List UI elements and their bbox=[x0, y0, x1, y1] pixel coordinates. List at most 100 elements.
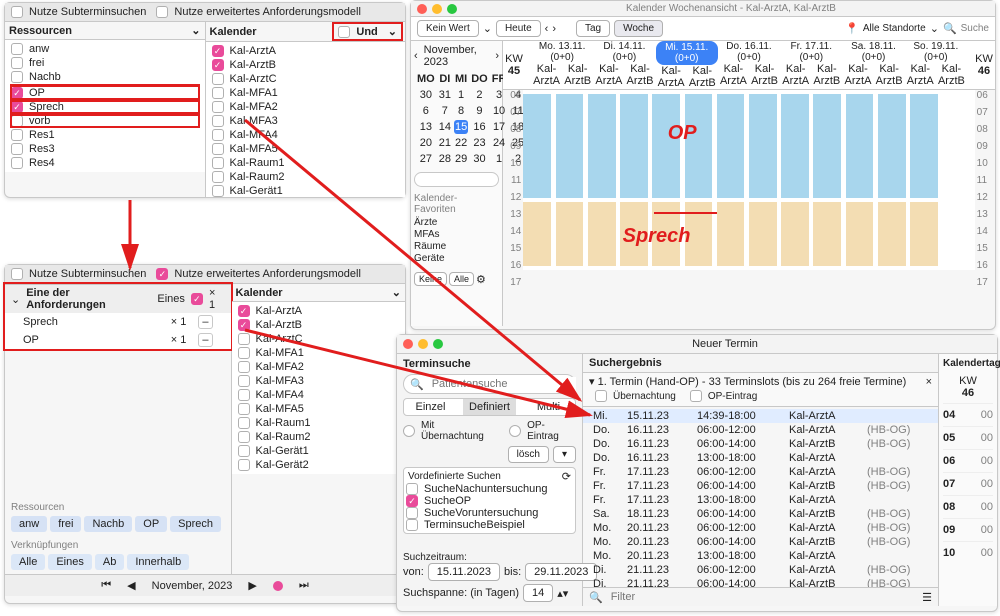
standorte-select[interactable]: Alle Standorte bbox=[863, 23, 926, 34]
cal-item-8[interactable]: Kal-Raum1 bbox=[212, 157, 400, 169]
cal-item-5[interactable]: Kal-MFA3 bbox=[212, 115, 400, 127]
woche-btn[interactable]: Woche bbox=[614, 20, 663, 37]
vordef-0[interactable]: SucheNachuntersuchung bbox=[406, 483, 573, 495]
search-tabs[interactable]: Einzel Definiert Multi bbox=[403, 398, 576, 416]
use-subtermin-cb[interactable]: Nutze Subterminsuchen bbox=[11, 6, 146, 18]
cal-item-1[interactable]: Kal-ArztB bbox=[212, 59, 400, 71]
nav-first-icon[interactable]: ⏮ bbox=[101, 579, 111, 592]
cal2-item-0[interactable]: Kal-ArztA bbox=[238, 305, 399, 317]
cal2-item-1[interactable]: Kal-ArztB bbox=[238, 319, 399, 331]
mini-search-input[interactable] bbox=[414, 172, 499, 187]
cal2-item-9[interactable]: Kal-Raum2 bbox=[238, 431, 399, 443]
und-toggle[interactable]: Und⌄ bbox=[334, 24, 401, 39]
map-pin-icon[interactable]: 📍 bbox=[845, 22, 859, 35]
cal-item-7[interactable]: Kal-MFA5 bbox=[212, 143, 400, 155]
cal2-item-11[interactable]: Kal-Gerät2 bbox=[238, 459, 399, 471]
chip-Nachb[interactable]: Nachb bbox=[84, 516, 132, 532]
cal-item-0[interactable]: Kal-ArztA bbox=[212, 45, 400, 57]
result-row[interactable]: Fr.17.11.2313:00-18:00Kal-ArztA bbox=[583, 493, 938, 507]
cal-item-4[interactable]: Kal-MFA2 bbox=[212, 101, 400, 113]
chevron-down-icon[interactable]: ⌄ bbox=[483, 22, 492, 35]
res-item-vorb[interactable]: vorb bbox=[11, 115, 199, 127]
close-icon[interactable]: × bbox=[926, 376, 932, 388]
anf-item[interactable]: Sprech× 1– bbox=[5, 313, 231, 331]
chip-Eines[interactable]: Eines bbox=[48, 554, 92, 570]
result-row[interactable]: Fr.17.11.2306:00-12:00Kal-ArztA(HB-OG) bbox=[583, 465, 938, 479]
cal-item-2[interactable]: Kal-ArztC bbox=[212, 73, 400, 85]
fav-item[interactable]: MFAs bbox=[414, 229, 499, 240]
hour-slot[interactable]: 1000 bbox=[943, 541, 993, 564]
vordef-2[interactable]: SucheVoruntersuchung bbox=[406, 507, 573, 519]
chip-frei[interactable]: frei bbox=[50, 516, 81, 532]
result-row[interactable]: Mo.20.11.2313:00-18:00Kal-ArztA bbox=[583, 549, 938, 563]
day-col-header[interactable]: Mi. 15.11. (0+0)Kal-ArztAKal-ArztB bbox=[656, 41, 718, 89]
heute-btn[interactable]: Heute bbox=[496, 20, 541, 37]
loesch-button[interactable]: lösch bbox=[508, 446, 549, 463]
nav-prev-icon[interactable]: ◀ bbox=[127, 579, 135, 592]
stepper-icon[interactable]: ▴▾ bbox=[557, 587, 568, 600]
day-col-header[interactable]: So. 19.11. (0+0)Kal-ArztAKal-ArztB bbox=[905, 41, 967, 89]
nav-next-icon[interactable]: ▶ bbox=[248, 579, 256, 592]
day-col-header[interactable]: Mo. 13.11. (0+0)Kal-ArztAKal-ArztB bbox=[531, 41, 593, 89]
day-col-header[interactable]: Sa. 18.11. (0+0)Kal-ArztAKal-ArztB bbox=[842, 41, 904, 89]
calendar-grid[interactable]: OPSprech bbox=[523, 90, 974, 270]
filter-icon[interactable]: ▾ bbox=[553, 446, 576, 463]
chevron-down-icon[interactable]: ⌄ bbox=[930, 22, 939, 35]
result-row[interactable]: Mi.15.11.2314:39-18:00Kal-ArztA bbox=[583, 409, 938, 423]
chip-OP[interactable]: OP bbox=[135, 516, 167, 532]
chevron-down-icon[interactable]: ⌄ bbox=[11, 293, 20, 306]
anf-item[interactable]: OP× 1– bbox=[5, 331, 231, 349]
cal2-item-4[interactable]: Kal-MFA2 bbox=[238, 361, 399, 373]
tag-btn[interactable]: Tag bbox=[576, 20, 610, 37]
day-col-header[interactable]: Di. 14.11. (0+0)Kal-ArztAKal-ArztB bbox=[593, 41, 655, 89]
result-row[interactable]: Do.16.11.2306:00-12:00Kal-ArztA(HB-OG) bbox=[583, 423, 938, 437]
use-subtermin-cb2[interactable]: Nutze Subterminsuchen bbox=[11, 268, 146, 280]
cal2-item-8[interactable]: Kal-Raum1 bbox=[238, 417, 399, 429]
patient-search-input[interactable] bbox=[430, 377, 576, 391]
cal-item-6[interactable]: Kal-MFA4 bbox=[212, 129, 400, 141]
hour-slot[interactable]: 0600 bbox=[943, 449, 993, 472]
chip-Innerhalb[interactable]: Innerhalb bbox=[127, 554, 189, 570]
hour-slot[interactable]: 0700 bbox=[943, 472, 993, 495]
result-row[interactable]: Mo.20.11.2306:00-12:00Kal-ArztA(HB-OG) bbox=[583, 521, 938, 535]
expand-icon[interactable]: ⌄ bbox=[392, 286, 401, 299]
nav-month[interactable]: November, 2023 bbox=[152, 580, 233, 592]
res-item-anw[interactable]: anw bbox=[11, 43, 199, 55]
refresh-icon[interactable]: ⟳ bbox=[562, 470, 571, 483]
result-row[interactable]: Mo.20.11.2306:00-14:00Kal-ArztB(HB-OG) bbox=[583, 535, 938, 549]
fav-item[interactable]: Räume bbox=[414, 241, 499, 252]
chip-anw[interactable]: anw bbox=[11, 516, 47, 532]
chip-Sprech[interactable]: Sprech bbox=[170, 516, 221, 532]
hour-slot[interactable]: 0400 bbox=[943, 403, 993, 426]
date-from-input[interactable]: 15.11.2023 bbox=[428, 563, 500, 581]
day-col-header[interactable]: Do. 16.11. (0+0)Kal-ArztAKal-ArztB bbox=[718, 41, 780, 89]
filter-input[interactable] bbox=[609, 590, 916, 604]
hour-slot[interactable]: 0900 bbox=[943, 518, 993, 541]
chip-Alle[interactable]: Alle bbox=[11, 554, 45, 570]
fav-item[interactable]: Geräte bbox=[414, 253, 499, 264]
hour-slot[interactable]: 0500 bbox=[943, 426, 993, 449]
res-item-frei[interactable]: frei bbox=[11, 57, 199, 69]
vordef-3[interactable]: TerminsucheBeispiel bbox=[406, 519, 573, 531]
expand-icon[interactable]: ⌄ bbox=[191, 24, 200, 37]
nav-next-icon[interactable]: › bbox=[552, 23, 556, 35]
result-row[interactable]: Di.21.11.2306:00-14:00Kal-ArztB(HB-OG) bbox=[583, 577, 938, 587]
res-item-Res4[interactable]: Res4 bbox=[11, 157, 199, 169]
use-ext-model-cb[interactable]: Nutze erweitertes Anforderungsmodell bbox=[156, 6, 360, 18]
res-item-Res1[interactable]: Res1 bbox=[11, 129, 199, 141]
search-icon[interactable]: 🔍 bbox=[943, 22, 957, 35]
today-dot[interactable] bbox=[273, 581, 283, 591]
cal-item-9[interactable]: Kal-Raum2 bbox=[212, 171, 400, 183]
anf-toggle[interactable] bbox=[191, 293, 203, 305]
cal2-item-3[interactable]: Kal-MFA1 bbox=[238, 347, 399, 359]
result-row[interactable]: Do.16.11.2313:00-18:00Kal-ArztA bbox=[583, 451, 938, 465]
use-ext-model-cb2[interactable]: Nutze erweitertes Anforderungsmodell bbox=[156, 268, 360, 280]
cal2-item-5[interactable]: Kal-MFA3 bbox=[238, 375, 399, 387]
cal2-item-6[interactable]: Kal-MFA4 bbox=[238, 389, 399, 401]
span-input[interactable]: 14 bbox=[523, 584, 553, 602]
result-row[interactable]: Sa.18.11.2306:00-14:00Kal-ArztB(HB-OG) bbox=[583, 507, 938, 521]
res-item-OP[interactable]: OP bbox=[11, 85, 199, 99]
keinwert-btn[interactable]: Kein Wert bbox=[417, 20, 479, 37]
res-item-Res3[interactable]: Res3 bbox=[11, 143, 199, 155]
gear-icon[interactable]: ⚙ bbox=[476, 273, 486, 286]
